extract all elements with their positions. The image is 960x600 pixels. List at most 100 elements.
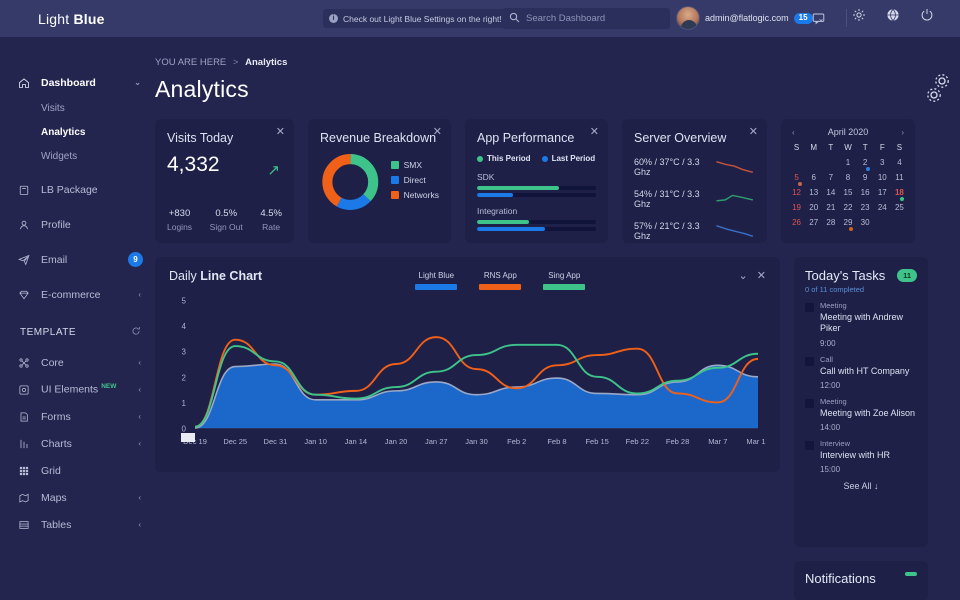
power-icon[interactable] (920, 8, 934, 25)
calendar-grid[interactable]: S M T W T F S 1 2 3 4 5 6 7 8 9 10 11 12 13 14 15 16 17 18 19 20 21… (788, 142, 908, 231)
legend-item-light-blue[interactable]: Light Blue (415, 271, 458, 290)
see-all-button[interactable]: See All ↓ (805, 481, 917, 491)
user-email: admin@flatlogic.com (705, 13, 789, 23)
calendar-day[interactable]: 25 (891, 202, 908, 214)
donut-legend: SMX Direct Networks (390, 160, 439, 205)
sidebar-item-label: E-commerce (41, 288, 101, 301)
sidebar-item-maps[interactable]: Maps ‹ (0, 484, 155, 511)
close-icon[interactable]: ✕ (749, 127, 758, 138)
gear-icon[interactable] (852, 8, 866, 25)
progress-track (477, 227, 596, 231)
y-axis-tick: 0 (182, 425, 187, 434)
calendar-day[interactable]: 8 (839, 172, 856, 184)
sidebar-item-dashboard[interactable]: Dashboard ⌄ (0, 69, 155, 96)
sidebar-item-profile[interactable]: Profile (0, 211, 155, 238)
search-box[interactable] (502, 8, 670, 29)
calendar-day[interactable]: 11 (891, 172, 908, 184)
calendar-day[interactable]: 7 (822, 172, 839, 184)
calendar-day[interactable]: 27 (805, 217, 822, 229)
calendar-day[interactable]: 1 (839, 157, 856, 169)
task-checkbox[interactable] (805, 441, 814, 450)
sidebar-subitem-visits[interactable]: Visits (0, 96, 155, 120)
sidebar-item-grid[interactable]: Grid (0, 457, 155, 484)
task-checkbox[interactable] (805, 303, 814, 312)
chart-title-bold: Line Chart (200, 269, 263, 283)
calendar-day[interactable]: 18 (891, 187, 908, 201)
toolbar-divider (846, 9, 847, 27)
x-axis-tick: Dec 25 (223, 437, 247, 446)
calendar-dow: M (810, 143, 818, 152)
sidebar-item-tables[interactable]: Tables ‹ (0, 511, 155, 538)
stat-value: 4.5% (260, 208, 282, 219)
calendar-blank (788, 157, 805, 169)
calendar-day[interactable]: 10 (874, 172, 891, 184)
chat-icon[interactable] (804, 8, 832, 29)
sidebar-item-forms[interactable]: Forms ‹ (0, 403, 155, 430)
globe-icon[interactable] (886, 8, 900, 25)
calendar-day[interactable]: 14 (822, 187, 839, 199)
sidebar-item-label: Forms (41, 410, 71, 423)
calendar-day[interactable]: 21 (822, 202, 839, 214)
chevron-down-icon[interactable]: ⌄ (739, 269, 748, 282)
progress-track (477, 193, 596, 197)
sidebar-item-email[interactable]: Email 9 (0, 246, 155, 273)
donut-svg (322, 154, 379, 210)
task-checkbox[interactable] (805, 356, 814, 366)
next-month-button[interactable]: › (901, 128, 904, 137)
app-logo[interactable]: Light Blue (38, 11, 105, 27)
settings-panel-toggle[interactable] (920, 69, 956, 111)
calendar-day[interactable]: 19 (788, 202, 805, 214)
calendar-day[interactable]: 20 (805, 202, 822, 214)
calendar-day[interactable]: 26 (788, 217, 805, 229)
close-icon[interactable]: ✕ (757, 269, 766, 282)
user-profile-menu[interactable]: admin@flatlogic.com 15 ⌄ (676, 6, 824, 30)
close-icon[interactable]: ✕ (276, 127, 285, 138)
calendar-day[interactable]: 23 (857, 202, 874, 214)
close-icon[interactable]: ✕ (590, 127, 599, 138)
calendar-day[interactable]: 15 (839, 187, 856, 199)
donut-chart: SMX Direct Networks (320, 149, 439, 215)
close-icon[interactable]: ✕ (433, 127, 442, 138)
calendar-day[interactable]: 22 (839, 202, 856, 214)
chevron-right-icon: ‹ (138, 290, 141, 299)
legend-item: Networks (390, 190, 439, 200)
x-axis-tick: Mar 7 (708, 437, 727, 446)
sidebar-item-core[interactable]: Core ‹ (0, 349, 155, 376)
calendar-day[interactable]: 4 (891, 157, 908, 169)
sidebar-item-lb-package[interactable]: LB Package (0, 176, 155, 203)
calendar-day[interactable]: 2 (857, 157, 874, 171)
calendar-day[interactable]: 28 (822, 217, 839, 229)
calendar-day[interactable]: 13 (805, 187, 822, 199)
sidebar-item-charts[interactable]: Charts ‹ (0, 430, 155, 457)
calendar-day[interactable]: 17 (874, 187, 891, 199)
server-metric-row: 57% / 21°C / 3.3 Ghz (634, 221, 755, 241)
calendar-day[interactable]: 6 (805, 172, 822, 184)
calendar-day[interactable]: 29 (839, 217, 856, 231)
chat-button[interactable] (804, 8, 832, 29)
search-input[interactable] (526, 13, 656, 24)
legend-item-rns-app[interactable]: RNS App (479, 271, 522, 290)
task-time: 14:00 (820, 423, 841, 432)
calendar-day[interactable]: 9 (857, 172, 874, 184)
sidebar-subitem-widgets[interactable]: Widgets (0, 144, 155, 168)
prev-month-button[interactable]: ‹ (792, 128, 795, 137)
calendar-day[interactable]: 16 (857, 187, 874, 199)
legend-item-sing-app[interactable]: Sing App (543, 271, 586, 290)
sidebar-item-ui-elements[interactable]: UI Elements NEW ‹ (0, 376, 155, 403)
calendar-day[interactable]: 12 (788, 187, 805, 199)
bar-label-sdk: SDK (477, 172, 495, 182)
sparkline (716, 224, 753, 238)
calendar-day[interactable]: 5 (788, 172, 805, 186)
sidebar-item-ecommerce[interactable]: E-commerce ‹ (0, 281, 155, 308)
chart-range-handle[interactable] (181, 433, 195, 442)
calendar-day[interactable]: 3 (874, 157, 891, 169)
refresh-icon[interactable] (131, 326, 141, 339)
core-icon (17, 357, 30, 369)
sidebar-subitem-analytics[interactable]: Analytics (0, 120, 155, 144)
calendar-day[interactable]: 24 (874, 202, 891, 214)
legend-swatch (390, 175, 399, 184)
y-axis-tick: 4 (182, 322, 187, 331)
calendar-day[interactable]: 30 (857, 217, 874, 229)
task-checkbox[interactable] (805, 398, 814, 408)
y-axis-tick: 2 (182, 373, 187, 382)
